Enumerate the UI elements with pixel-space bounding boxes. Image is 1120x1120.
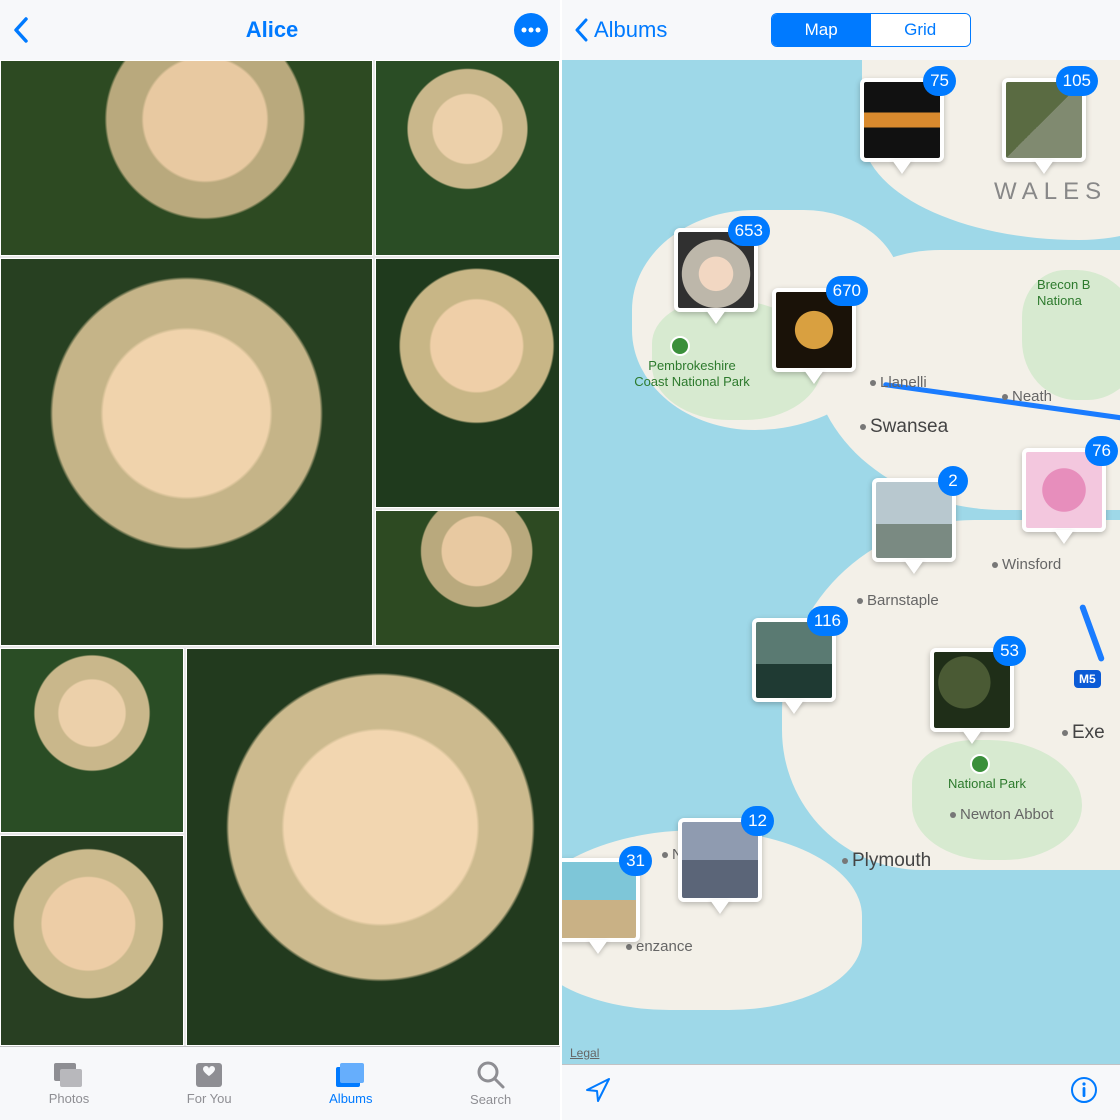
chevron-left-icon	[12, 17, 30, 43]
pin-count-badge: 653	[728, 216, 770, 246]
seg-map[interactable]: Map	[772, 14, 871, 46]
albums-icon	[334, 1061, 368, 1089]
photo-thumbnail[interactable]	[375, 258, 560, 508]
route-shield: M5	[1074, 670, 1101, 688]
locate-button[interactable]	[584, 1076, 612, 1109]
segmented-control: Map Grid	[771, 13, 971, 47]
back-button[interactable]: Albums	[574, 17, 667, 43]
park-icon	[970, 754, 990, 774]
map-photo-pin[interactable]: 116	[752, 618, 836, 714]
photo-thumbnail[interactable]	[186, 648, 560, 1046]
photos-icon	[52, 1061, 86, 1089]
photo-thumbnail[interactable]	[0, 60, 373, 256]
right-pane: Albums Map Grid M5 Pembrokeshire Coast N…	[560, 0, 1120, 1120]
pin-stem	[804, 370, 824, 384]
map-photo-pin[interactable]: 53	[930, 648, 1014, 744]
pin-count-badge: 105	[1056, 66, 1098, 96]
pin-stem	[962, 730, 982, 744]
photo-thumbnail[interactable]	[0, 258, 373, 646]
city-label: Winsford	[992, 556, 1061, 573]
photo-thumbnail[interactable]	[0, 835, 184, 1046]
map-view[interactable]: M5 Pembrokeshire Coast National Park Bre…	[562, 60, 1120, 1064]
map-photo-pin[interactable]: 105	[1002, 78, 1086, 174]
city-label: Newton Abbot	[950, 806, 1053, 823]
legal-link[interactable]: Legal	[570, 1046, 599, 1060]
pin-stem	[904, 560, 924, 574]
more-button[interactable]	[514, 13, 548, 47]
map-photo-pin[interactable]: 670	[772, 288, 856, 384]
pin-stem	[588, 940, 608, 954]
right-navbar: Albums Map Grid	[562, 0, 1120, 60]
tab-label: Albums	[329, 1091, 372, 1106]
left-navbar: Alice	[0, 0, 560, 60]
location-arrow-icon	[584, 1076, 612, 1104]
park-label: Pembrokeshire Coast National Park	[632, 358, 752, 389]
tab-bar: Photos For You Albums Search	[0, 1046, 560, 1120]
pin-count-badge: 2	[938, 466, 968, 496]
pin-count-badge: 75	[923, 66, 956, 96]
pin-count-badge: 670	[826, 276, 868, 306]
photo-thumbnail[interactable]	[375, 510, 560, 646]
tab-albums[interactable]: Albums	[329, 1061, 372, 1106]
city-label: Barnstaple	[857, 592, 939, 609]
pin-stem	[1034, 160, 1054, 174]
tab-label: Photos	[49, 1091, 89, 1106]
back-label: Albums	[594, 17, 667, 43]
tab-photos[interactable]: Photos	[49, 1061, 89, 1106]
park-icon	[670, 336, 690, 356]
photo-thumbnail[interactable]	[0, 648, 184, 833]
page-title: Alice	[246, 17, 299, 43]
tab-label: Search	[470, 1092, 511, 1107]
seg-grid[interactable]: Grid	[871, 14, 970, 46]
pin-stem	[892, 160, 912, 174]
park-label: National Park	[932, 776, 1042, 792]
chevron-left-icon	[574, 18, 590, 42]
pin-stem	[1054, 530, 1074, 544]
map-photo-pin[interactable]: 31	[562, 858, 640, 954]
map-toolbar	[562, 1064, 1120, 1120]
tab-label: For You	[187, 1091, 232, 1106]
tab-search[interactable]: Search	[470, 1060, 511, 1107]
search-icon	[476, 1060, 506, 1090]
pin-count-badge: 116	[807, 606, 848, 636]
city-label: Swansea	[860, 416, 948, 438]
pin-count-badge: 12	[741, 806, 774, 836]
city-label: Llanelli	[870, 374, 927, 391]
tab-foryou[interactable]: For You	[187, 1061, 232, 1106]
photo-grid[interactable]	[0, 60, 560, 1046]
city-label: Plymouth	[842, 850, 931, 872]
map-photo-pin[interactable]: 12	[678, 818, 762, 914]
pin-count-badge: 53	[993, 636, 1026, 666]
ellipsis-icon	[521, 27, 541, 33]
park-label: Brecon BNationa	[1037, 277, 1120, 308]
pin-stem	[710, 900, 730, 914]
map-photo-pin[interactable]: 653	[674, 228, 758, 324]
foryou-icon	[194, 1061, 224, 1089]
pin-stem	[784, 700, 804, 714]
back-button[interactable]	[12, 17, 30, 43]
city-label: Exe	[1062, 722, 1105, 744]
left-pane: Alice Photos For You Albums Search	[0, 0, 560, 1120]
info-icon	[1070, 1076, 1098, 1104]
pin-stem	[706, 310, 726, 324]
photo-thumbnail[interactable]	[375, 60, 560, 256]
map-photo-pin[interactable]: 76	[1022, 448, 1106, 544]
pin-count-badge: 76	[1085, 436, 1118, 466]
info-button[interactable]	[1070, 1076, 1098, 1109]
pin-count-badge: 31	[619, 846, 652, 876]
map-photo-pin[interactable]: 2	[872, 478, 956, 574]
region-label: WALES	[994, 178, 1107, 206]
map-photo-pin[interactable]: 75	[860, 78, 944, 174]
city-label: Neath	[1002, 388, 1052, 405]
